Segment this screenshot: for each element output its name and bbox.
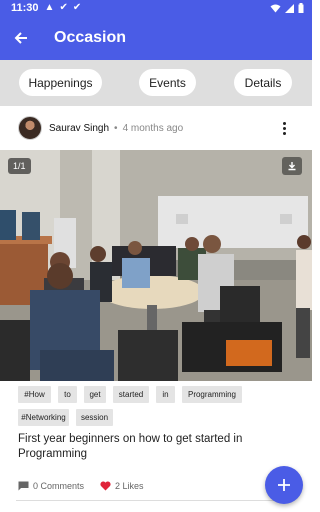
add-post-button[interactable] — [265, 466, 303, 504]
tag-chip[interactable]: get — [84, 386, 106, 403]
like-count: 2 Likes — [115, 481, 144, 491]
post-caption: First year beginners on how to get start… — [18, 433, 243, 460]
back-arrow-icon — [14, 32, 27, 44]
tag-chip[interactable]: Programming — [182, 386, 242, 403]
alert-icon: ▲ — [44, 2, 55, 13]
status-time: 11:30 — [11, 2, 39, 14]
tab-details[interactable]: Details — [234, 69, 292, 96]
more-options-button[interactable] — [276, 118, 292, 138]
add-icon — [278, 479, 290, 491]
tab-happenings[interactable]: Happenings — [19, 69, 102, 96]
download-icon — [288, 162, 296, 171]
separator-dot: • — [114, 122, 118, 134]
post-image[interactable]: 1/1 — [0, 150, 312, 381]
tag-chip[interactable]: started — [113, 386, 149, 403]
status-bar: 11:30 ▲ ✔ ✔ — [0, 0, 312, 16]
post-photo-illustration — [0, 150, 312, 381]
back-button[interactable] — [0, 16, 42, 60]
divider — [16, 500, 280, 501]
check-icon: ✔ — [72, 2, 82, 13]
more-vert-icon — [282, 121, 286, 125]
author-name[interactable]: Saurav Singh — [49, 123, 109, 134]
wifi-icon — [270, 4, 281, 12]
comments-button[interactable]: 0 Comments — [18, 481, 84, 491]
download-button[interactable] — [282, 157, 302, 175]
comment-icon — [18, 481, 29, 491]
tag-chip[interactable]: session — [76, 409, 113, 426]
page-title: Occasion — [54, 29, 127, 46]
comment-count: 0 Comments — [33, 481, 85, 491]
avatar[interactable] — [18, 116, 42, 140]
likes-button[interactable]: 2 Likes — [100, 481, 144, 491]
tag-chip[interactable]: #Networking — [18, 409, 69, 426]
tab-strip: Happenings Events Details — [0, 60, 312, 106]
tag-chip[interactable]: #How — [18, 386, 51, 403]
more-vert-dot — [282, 131, 286, 135]
image-counter: 1/1 — [8, 158, 31, 174]
tag-chip[interactable]: to — [58, 386, 77, 403]
app-bar: Occasion — [0, 16, 312, 60]
post-header: Saurav Singh • 4 months ago — [0, 106, 312, 150]
tag-chip[interactable]: in — [156, 386, 175, 403]
post-stats: 0 Comments 2 Likes — [18, 478, 160, 494]
heart-icon — [100, 481, 111, 491]
battery-icon — [298, 3, 304, 13]
tab-events[interactable]: Events — [139, 69, 196, 96]
signal-icon — [285, 3, 294, 13]
check-icon: ✔ — [59, 2, 68, 13]
more-vert-dot — [282, 126, 286, 130]
post-time: 4 months ago — [122, 122, 184, 134]
